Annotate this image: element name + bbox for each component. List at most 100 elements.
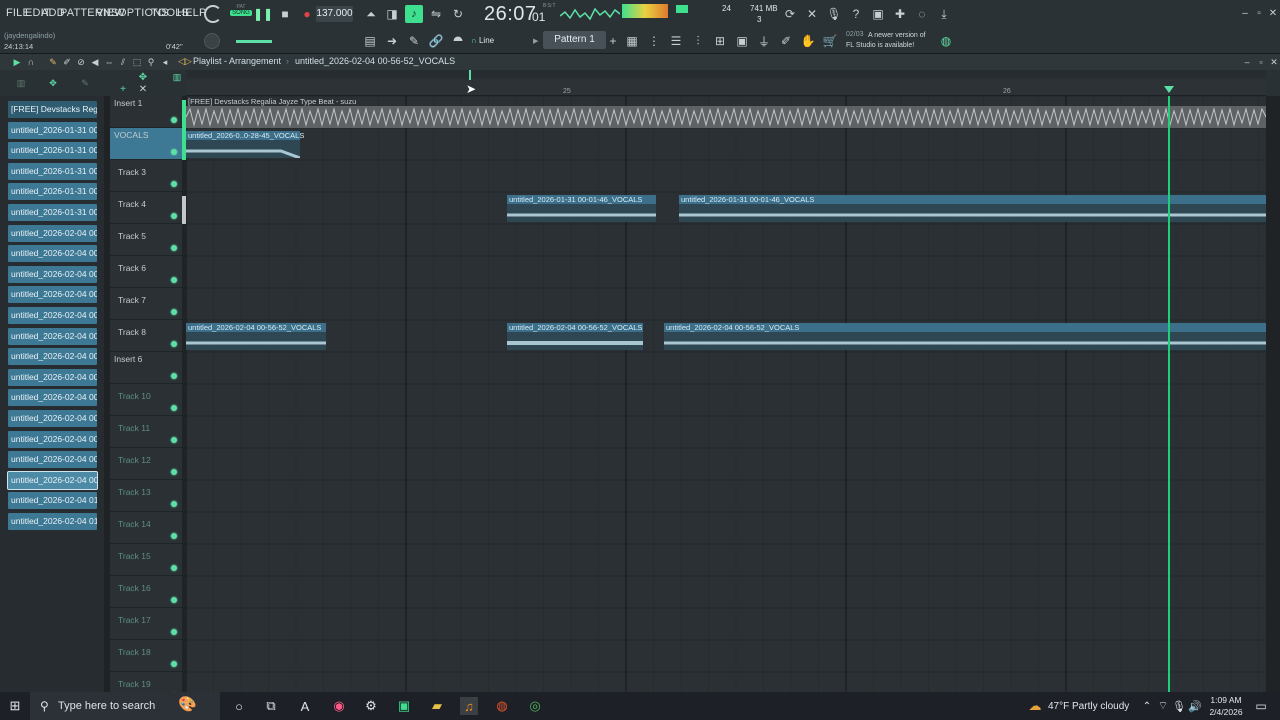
overview-strip[interactable] [186,70,1266,78]
track-mute-led[interactable] [171,373,177,379]
blend-icon[interactable]: ⇋ [427,5,445,23]
track-mute-led[interactable] [171,469,177,475]
track-row[interactable]: Track 4 [110,192,182,224]
capcut-icon[interactable]: ▣ [395,697,413,715]
refresh-icon[interactable]: ⟳ [781,5,799,23]
news-text[interactable]: A newer version of FL Studio is availabl… [846,31,934,51]
track-mute-led[interactable] [171,341,177,347]
browser-item[interactable]: untitled_2026-02-04 00-... [8,286,97,304]
menu-help[interactable]: HELP [177,7,207,19]
browser-item[interactable]: untitled_2026-02-04 00-... [8,224,97,242]
download-icon[interactable]: ⤓ [935,5,953,23]
browser-item[interactable]: untitled_2026-02-04 00-... [7,470,98,490]
track-mute-led[interactable] [171,117,177,123]
master-volume-slider[interactable] [236,40,272,43]
task-view-icon[interactable]: ⧉ [262,697,280,715]
track-row[interactable]: VOCALS [110,128,182,160]
help-icon[interactable]: ? [847,5,865,23]
loop-record-icon[interactable]: ↻ [449,5,467,23]
globe-icon[interactable]: ◍ [937,32,955,50]
browser-item[interactable]: untitled_2026-01-31 00-... [8,204,97,221]
pat-song-toggle[interactable]: PAT SONG [230,4,252,24]
playhead-marker[interactable] [1164,86,1174,93]
track-row[interactable]: Track 8 [110,320,182,352]
chat-icon[interactable]: ◌ [913,5,931,23]
browser-item[interactable]: [FREE] Devstacks Regalia [8,101,97,118]
app-a-icon[interactable]: A [296,697,314,715]
volume-icon[interactable]: 🔊 [1186,697,1204,715]
countdown-icon[interactable]: ♪ [405,5,423,23]
browser-item[interactable]: untitled_2026-02-04 00-... [8,265,97,283]
add-pattern-icon[interactable]: + [604,32,622,50]
clip-track8-b[interactable]: untitled_2026-02-04 00-56-52_VOCALS [507,323,643,350]
tempo-display[interactable]: 137.000 [316,6,353,22]
track-mute-led[interactable] [171,597,177,603]
track-row[interactable]: Insert 6 [110,352,182,384]
track-row[interactable]: Track 7 [110,288,182,320]
track-row[interactable]: Track 18 [110,640,182,672]
tray-time[interactable]: 1:09 AM [1208,695,1244,705]
track-row[interactable]: Track 11 [110,416,182,448]
browser-item[interactable]: untitled_2026-02-04 00-... [8,348,97,366]
playlist-breadcrumb[interactable]: untitled_2026-02-04 00-56-52_VOCALS [295,56,455,66]
track-row[interactable]: Track 14 [110,512,182,544]
playlist-grid[interactable]: [FREE] Devstacks Regalia Jayze Type Beat… [186,96,1266,692]
track-row[interactable]: Track 6 [110,256,182,288]
save-icon[interactable]: ▣ [869,5,887,23]
track-mute-led[interactable] [171,277,177,283]
snap-select[interactable]: ∩ Line [471,36,494,45]
hand-icon[interactable]: ✋ [799,32,817,50]
windows-start-icon[interactable]: ⊞ [6,697,24,715]
fl-studio-icon[interactable]: ♫ [460,697,478,715]
track-row[interactable]: Track 17 [110,608,182,640]
move-icon[interactable]: ✥ [134,68,152,86]
file-explorer-icon[interactable]: ▰ [428,697,446,715]
browser-item[interactable]: untitled_2026-01-31 00-... [8,183,97,201]
timeline-ruler[interactable] [186,80,1266,96]
pause-button[interactable]: ❚❚ [253,5,273,23]
weather-icon[interactable]: ☁ [1026,697,1044,715]
browser-item[interactable]: untitled_2026-02-04 01-... [8,513,97,530]
discord-icon[interactable]: ◉ [330,697,348,715]
clip-track4-a[interactable]: untitled_2026-01-31 00-01-46_VOCALS [507,195,656,222]
chrome-icon[interactable]: ◎ [526,697,544,715]
notifications-icon[interactable]: ▭ [1252,697,1270,715]
track-mute-led[interactable] [171,181,177,187]
track-mute-led[interactable] [171,309,177,315]
track-row[interactable]: Track 10 [110,384,182,416]
clip-track4-b[interactable]: untitled_2026-01-31 00-01-46_VOCALS [679,195,1266,222]
track-mute-led[interactable] [171,565,177,571]
cortana-icon[interactable]: ○ [230,697,248,715]
browser-item[interactable]: untitled_2026-02-04 00-... [8,430,97,448]
time-display[interactable]: 26:07 [484,3,537,26]
pl-close-icon[interactable]: ✕ [1265,53,1280,71]
track-mute-led[interactable] [171,149,177,155]
taskbar-search-box[interactable]: ⚲ Type here to search 🎨 [30,692,220,720]
browser-item[interactable]: untitled_2026-02-04 00-... [8,368,97,386]
close-icon[interactable]: ✕ [1264,4,1280,22]
feather-icon[interactable]: ✐ [777,32,795,50]
browser-layout-icon[interactable]: ▥ [12,74,30,92]
track-row[interactable]: Track 5 [110,224,182,256]
grid-icon[interactable]: ▥ [168,68,186,86]
play-small-icon[interactable]: ▶ [533,37,538,45]
record-button[interactable]: ● [298,5,316,23]
plugin-icon[interactable]: ✚ [891,5,909,23]
mixer-icon[interactable]: ⫶ [689,32,707,50]
plug-icon[interactable]: ⏚ [755,32,773,50]
track-mute-led[interactable] [171,245,177,251]
link-icon[interactable]: 🔗 [427,32,445,50]
track-mute-led[interactable] [171,437,177,443]
track-row[interactable]: Track 15 [110,544,182,576]
track-mute-led[interactable] [171,533,177,539]
clip-track8-c[interactable]: untitled_2026-02-04 00-56-52_VOCALS [664,323,1266,350]
browser-item[interactable]: untitled_2026-01-31 00-... [8,142,97,160]
browser-item[interactable]: untitled_2026-02-04 00-... [8,245,97,263]
track-row[interactable]: Track 16 [110,576,182,608]
stop-button[interactable]: ■ [276,5,294,23]
track-row[interactable]: Track 3 [110,160,182,192]
piano-icon[interactable]: ▤ [361,32,379,50]
track-row[interactable]: Insert 1 [110,96,182,128]
browser-item[interactable]: untitled_2026-02-04 00-... [8,451,97,469]
clip-vocals[interactable]: untitled_2026-0..0-28-45_VOCALS [186,131,304,158]
